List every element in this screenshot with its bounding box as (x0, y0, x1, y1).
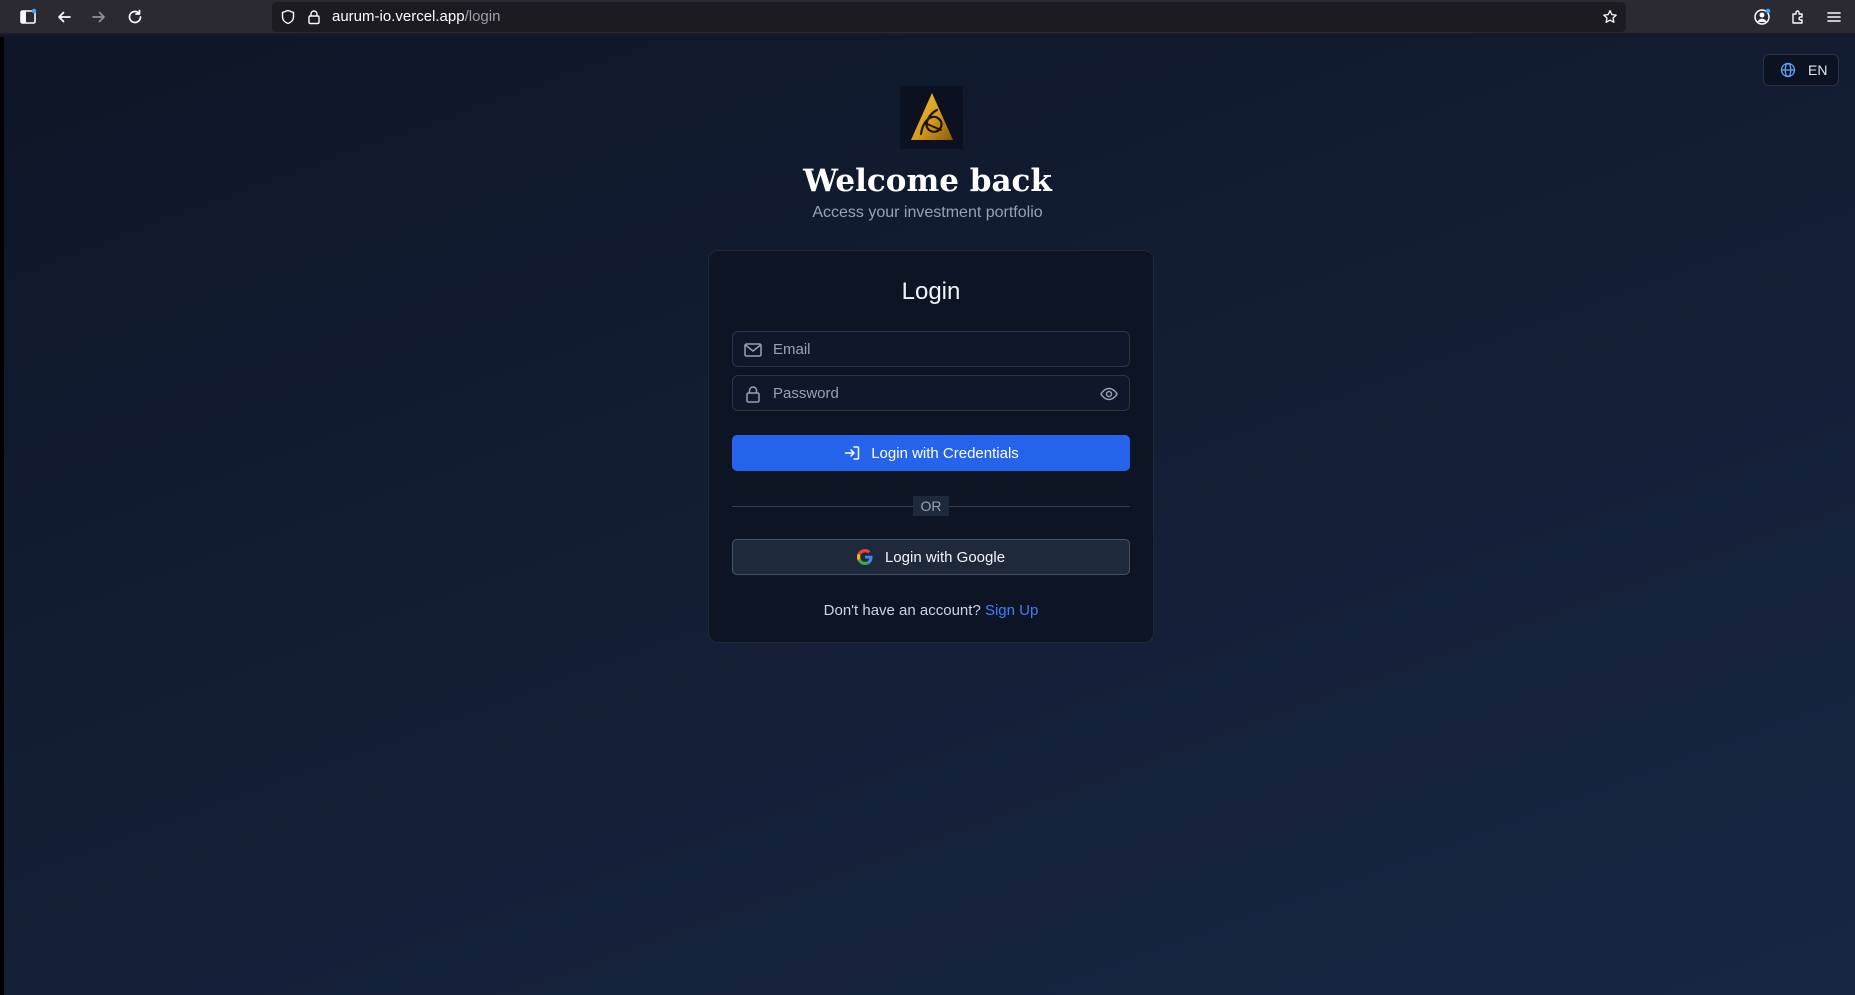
page-title: Welcome back (803, 163, 1052, 199)
forward-arrow-icon[interactable] (86, 4, 112, 30)
aurum-logo-icon (910, 92, 953, 140)
login-credentials-button[interactable]: Login with Credentials (732, 435, 1130, 471)
globe-icon (1780, 62, 1796, 78)
sidebar-icon[interactable] (15, 4, 41, 30)
login-google-label: Login with Google (884, 548, 1006, 566)
email-field[interactable] (732, 331, 1130, 367)
signup-prompt: Don't have an account? (823, 602, 981, 619)
password-field[interactable] (732, 375, 1130, 411)
password-input[interactable] (773, 376, 1093, 410)
url-path: /login (464, 8, 501, 25)
login-card-title: Login (901, 278, 961, 305)
reload-icon[interactable] (122, 4, 148, 30)
login-icon (844, 446, 860, 460)
url-text[interactable]: aurum-io.vercel.app/login (332, 8, 500, 25)
hamburger-menu-icon[interactable] (1821, 4, 1847, 30)
login-credentials-label: Login with Credentials (871, 444, 1019, 462)
lock-icon[interactable] (306, 9, 322, 25)
back-arrow-icon[interactable] (51, 4, 77, 30)
login-card: Login Login with Credentials OR Login wi… (708, 250, 1154, 643)
account-icon[interactable] (1749, 4, 1775, 30)
extensions-puzzle-icon[interactable] (1785, 4, 1811, 30)
url-bar[interactable]: aurum-io.vercel.app/login (272, 2, 1626, 32)
shield-icon[interactable] (280, 9, 296, 25)
language-label: EN (1808, 62, 1828, 78)
language-selector[interactable]: EN (1763, 54, 1839, 86)
bookmark-star-icon[interactable] (1602, 9, 1618, 25)
mail-icon (744, 343, 762, 357)
login-google-button[interactable]: Login with Google (732, 539, 1130, 575)
google-icon (856, 549, 873, 565)
signup-prompt-line: Don't have an account? Sign Up (709, 602, 1153, 619)
lock-icon (746, 386, 760, 403)
email-input[interactable] (773, 332, 1093, 366)
url-host: aurum-io.vercel.app (332, 8, 465, 25)
signup-link[interactable]: Sign Up (985, 602, 1038, 619)
divider-label: OR (913, 496, 949, 516)
page-subtitle: Access your investment portfolio (812, 204, 1043, 221)
browser-toolbar: aurum-io.vercel.app/login (0, 0, 1855, 35)
brand-logo (900, 86, 963, 149)
eye-icon[interactable] (1099, 384, 1119, 404)
